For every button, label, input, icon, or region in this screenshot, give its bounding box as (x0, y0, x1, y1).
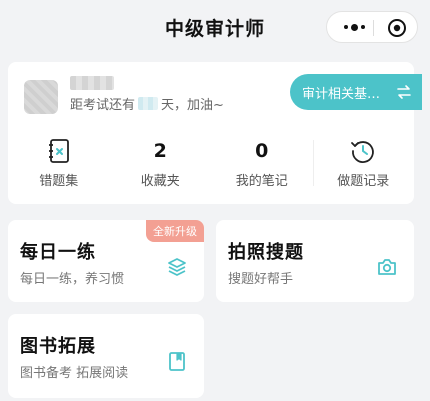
new-upgrade-badge: 全新升级 (146, 220, 204, 242)
top-bar: 中级审计师 (0, 0, 430, 56)
layers-icon (168, 258, 186, 276)
feature-title: 拍照搜题 (228, 242, 304, 263)
stats-row: 错题集 2 收藏夹 0 我的笔记 做题记录 (8, 134, 414, 192)
profile-card: 距考试还有 天，加油~ 审计相关基… 错题集 2 收藏夹 0 我的笔记 做题记录 (8, 62, 422, 204)
capsule-divider (373, 20, 374, 36)
exam-countdown: 距考试还有 天，加油~ (70, 94, 224, 113)
stat-label: 做题记录 (337, 174, 390, 189)
subject-switch-label: 审计相关基… (302, 86, 381, 102)
target-circle-icon[interactable] (387, 18, 407, 38)
mini-program-capsule (326, 11, 418, 43)
wrong-book-icon (48, 139, 69, 163)
feature-subtitle: 搜题好帮手 (228, 272, 294, 287)
feature-title: 每日一练 (20, 242, 96, 263)
stat-value: 2 (153, 140, 167, 162)
camera-icon (378, 259, 396, 275)
book-icon (169, 352, 185, 371)
subject-switch-button[interactable]: 审计相关基… (290, 74, 422, 110)
history-clock-icon (351, 141, 375, 163)
stat-value: 0 (255, 140, 269, 162)
stat-history[interactable]: 做题记录 (312, 134, 415, 192)
nickname-blurred (70, 76, 114, 90)
stat-label: 收藏夹 (140, 174, 180, 189)
book-extension-card[interactable]: 图书拓展 图书备考 拓展阅读 (8, 314, 204, 398)
more-dots-icon[interactable] (337, 12, 371, 42)
stat-notes[interactable]: 0 我的笔记 (211, 134, 313, 192)
stat-favorites[interactable]: 2 收藏夹 (110, 134, 212, 192)
feature-subtitle: 图书备考 拓展阅读 (20, 366, 129, 381)
stat-label: 错题集 (39, 174, 79, 189)
daily-practice-card[interactable]: 全新升级 每日一练 每日一练，养习惯 (8, 220, 204, 302)
countdown-prefix: 距考试还有 (70, 98, 136, 113)
photo-search-card[interactable]: 拍照搜题 搜题好帮手 (216, 220, 414, 302)
stat-label: 我的笔记 (235, 174, 288, 189)
avatar[interactable] (24, 80, 58, 114)
feature-subtitle: 每日一练，养习惯 (20, 272, 125, 287)
swap-arrows-icon (397, 85, 411, 99)
countdown-days-blurred (138, 97, 159, 110)
feature-title: 图书拓展 (20, 336, 96, 357)
stat-wrong-book[interactable]: 错题集 (8, 134, 110, 192)
countdown-suffix: 天，加油~ (161, 98, 224, 113)
